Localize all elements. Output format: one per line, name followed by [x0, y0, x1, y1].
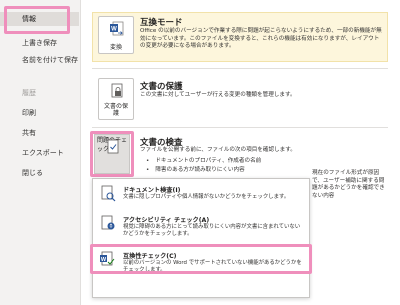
nav-item-save-as[interactable]: 名前を付けて保存: [0, 56, 79, 74]
inspect-button-highlight-frame: [90, 131, 134, 177]
protect-description: この文書に対してユーザーが行える変更の種類を管理します。: [140, 92, 296, 98]
inspect-bullet: ドキュメントのプロパティ、作成者の名前: [146, 156, 261, 164]
nav-item-history: 履歴: [22, 89, 36, 97]
menu-item-title: アクセシビリティ チェック(A): [123, 217, 210, 224]
protect-title: 文書の保護: [140, 82, 183, 92]
accessibility-icon: [99, 215, 117, 233]
lock-document-icon: [109, 83, 125, 103]
menu-item-description: 視覚に障碍のある方にとって読み取りにくい内容が文書に含まれていないかどうかをチェ…: [123, 224, 301, 238]
convert-button-label: 変換: [109, 44, 122, 51]
nav-item-export[interactable]: エクスポート: [0, 146, 79, 160]
nav-item-share[interactable]: 共有: [0, 126, 79, 140]
svg-text:W: W: [111, 27, 117, 33]
menu-highlight-frame: [90, 244, 312, 274]
convert-button[interactable]: W 変換: [98, 16, 134, 54]
menu-item-title: ドキュメント検査(I): [123, 187, 181, 194]
compat-description: Office の以前のバージョンで作業する際に問題が起こらないようにするため、一…: [140, 28, 382, 49]
protect-document-button[interactable]: 文書の保護: [98, 78, 134, 120]
nav-item-save[interactable]: 上書き保存: [0, 36, 79, 50]
compat-title: 互換モード: [140, 18, 183, 28]
backstage-nav: 情報 上書き保存 名前を付けて保存 履歴 印刷 共有 エクスポート 閉じる: [0, 0, 81, 305]
inspect-description: ファイルを公開する前に、ファイルの次の項目を確認します。: [140, 147, 296, 153]
divider: [92, 68, 388, 69]
nav-highlight-frame: [4, 6, 70, 34]
menu-item-description: 文書に隠しプロパティや個人情報がないかどうかをチェックします。: [123, 194, 290, 200]
protect-button-label: 文書の保護: [103, 103, 128, 117]
nav-item-close[interactable]: 閉じる: [0, 166, 79, 180]
inspect-bullet: 障害のある方が読み取りにくい内容: [146, 165, 244, 173]
nav-item-print[interactable]: 印刷: [0, 106, 79, 120]
divider: [92, 127, 388, 128]
word-doc-convert-icon: W: [109, 21, 125, 41]
check-issues-menu: ドキュメント検査(I) 文書に隠しプロパティや個人情報がないかどうかをチェックし…: [92, 178, 310, 298]
document-search-icon: [99, 185, 117, 203]
inspect-extra-note: 現在のファイル形式が原因で、ユーザー補助に関する問題があるかどうかを確認できない…: [312, 170, 385, 199]
